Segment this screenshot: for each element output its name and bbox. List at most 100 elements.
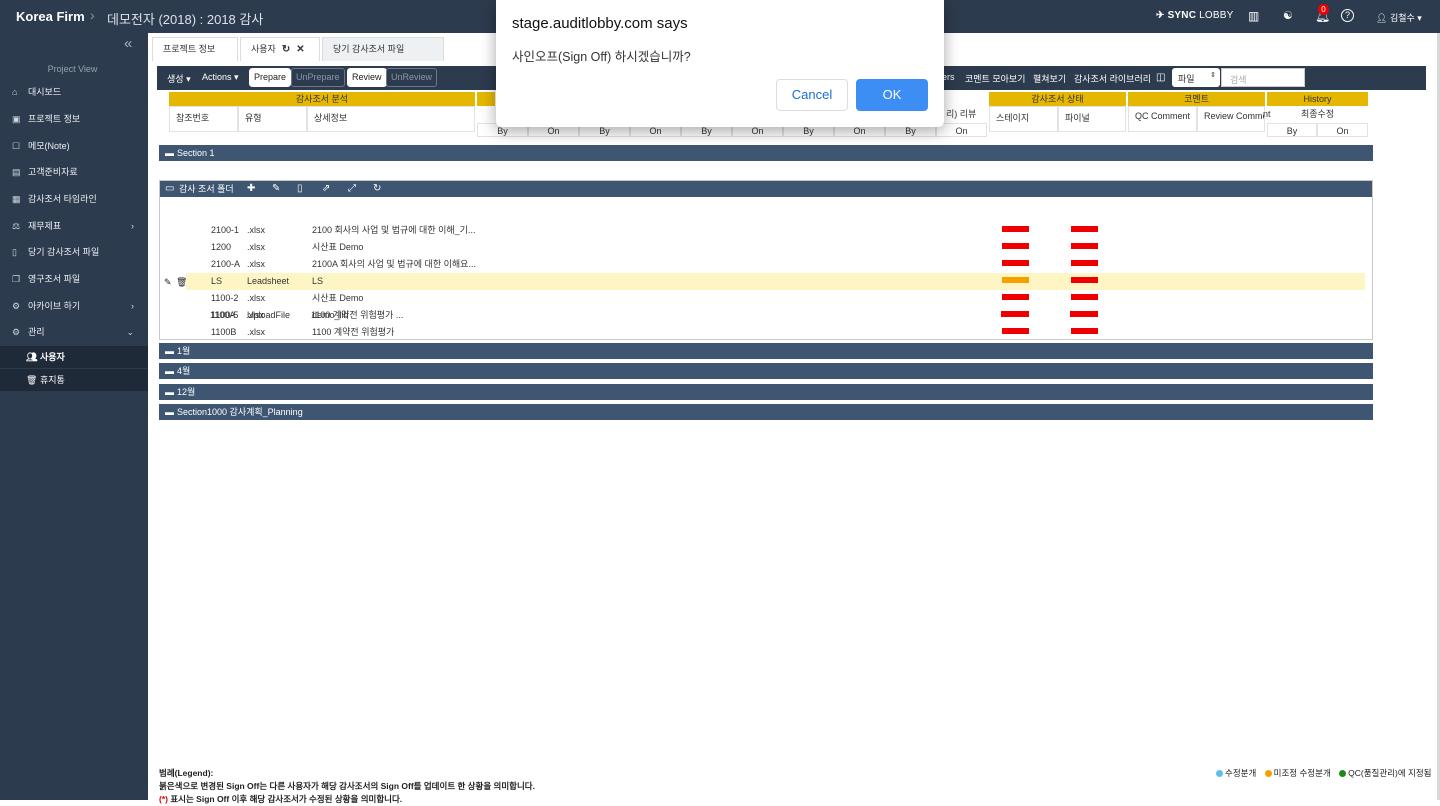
building-icon[interactable]: ▥ — [1248, 9, 1259, 23]
folder-planning[interactable]: ▬ Section1000 감사계획_Planning — [159, 404, 1373, 420]
columns-icon[interactable]: ◫ — [1156, 72, 1165, 83]
folder-section-1[interactable]: ▬ Section 1 — [159, 145, 1373, 161]
project-title[interactable]: 데모전자 (2018) : 2018 감사 — [107, 9, 263, 28]
sidebar-item-permanent-files[interactable]: ❐ 영구조서 파일 — [0, 267, 148, 291]
column-review-comment-tail: nt — [1263, 109, 1271, 119]
create-menu[interactable]: 생성 ▾ — [167, 72, 191, 85]
help-icon[interactable]: ? — [1341, 9, 1354, 22]
folder-apr[interactable]: ▬ 4월 — [159, 363, 1373, 379]
folder-icon: ▬ — [165, 387, 174, 397]
tab-users[interactable]: 사용자 ↻ ✕ — [240, 37, 320, 61]
tab-project-info[interactable]: 프로젝트 정보↻ — [152, 37, 238, 77]
column-review-comment[interactable]: Review Comme — [1197, 106, 1265, 132]
column-qc-comment[interactable]: QC Comment — [1128, 106, 1197, 132]
sidebar-item-label: 대시보드 — [28, 87, 62, 97]
row-desc: 2100A 회사의 사업 및 법규에 대한 이해요... — [312, 259, 476, 269]
sidebar-item-label: 휴지통 — [39, 375, 65, 385]
table-row[interactable]: 1200 .xlsx 시산표 Demo — [186, 239, 1365, 256]
ok-button[interactable]: OK — [856, 79, 928, 111]
edit-icon[interactable]: ✎ — [272, 181, 280, 197]
collapse-sidebar-icon[interactable]: « — [124, 35, 132, 52]
table-row[interactable]: 1100B .xlsx 1100 계약전 위험평가 — [186, 324, 1365, 341]
firm-name[interactable]: Korea Firm — [16, 9, 85, 24]
column-final[interactable]: 파이널 — [1058, 106, 1126, 132]
table-row-selected[interactable]: LS Leadsheet LS — [186, 273, 1365, 290]
sidebar-item-client-docs[interactable]: ▤ 고객준비자료 — [0, 160, 148, 184]
folder-icon: ▬ — [165, 407, 174, 417]
sidebar-item-note[interactable]: ☐ 메모(Note) — [0, 134, 148, 158]
legend-qc: QC(품질관리)에 지정됨 — [1339, 768, 1431, 778]
folder-label: 1월 — [177, 346, 191, 356]
folder-icon: ▬ — [165, 148, 174, 158]
file-type-select[interactable]: 파일 ⇕ — [1172, 68, 1220, 87]
korea-flag-icon[interactable]: ☯ — [1283, 9, 1293, 22]
refresh-icon[interactable]: ↻ — [373, 181, 381, 197]
column-group-history: History — [1267, 92, 1368, 106]
sidebar-item-label: 메모(Note) — [28, 141, 70, 151]
sidebar-item-dashboard[interactable]: ⌂ 대시보드 — [0, 80, 148, 104]
sidebar-subitem-users[interactable]: 👥︎ 사용자 — [0, 346, 148, 368]
table-row[interactable]: 2100-1 .xlsx 2100 회사의 사업 및 법규에 대한 이해_기... — [186, 222, 1365, 239]
actions-menu[interactable]: Actions ▾ — [202, 72, 239, 83]
folder-dec[interactable]: ▬ 12월 — [159, 384, 1373, 400]
sidebar-item-current-files[interactable]: ▯ 당기 감사조서 파일 — [0, 240, 148, 264]
legend-keys: 수정분개 미조정 수정분개 QC(품질관리)에 지정됨 — [1210, 767, 1431, 779]
sidebar-item-timeline[interactable]: ▦ 감사조서 타임라인 — [0, 187, 148, 211]
expand-icon[interactable]: ⤢ — [348, 181, 356, 197]
final-status-bar — [1071, 243, 1098, 249]
file-type-value: 파일 — [1178, 74, 1195, 84]
sync-lobby-button[interactable]: ✈ SYNC LOBBY — [1156, 10, 1234, 21]
green-dot-icon — [1339, 770, 1347, 777]
row-desc: 시산표 Demo — [312, 242, 364, 252]
sidebar-item-financials[interactable]: ⚖ 재무제표 › — [0, 214, 148, 238]
tab-current-files[interactable]: 당기 감사조서 파일↻✕ — [322, 37, 444, 77]
unreview-button[interactable]: UnReview — [386, 68, 438, 87]
row-desc: 2100 회사의 사업 및 법규에 대한 이해_기... — [312, 225, 476, 235]
share-icon[interactable]: ⇗ — [322, 181, 330, 197]
refresh-icon[interactable]: ↻ — [282, 44, 290, 55]
user-menu[interactable]: 👤︎ 김철수 ▾ — [1376, 11, 1422, 24]
user-icon: 👤︎ — [1376, 13, 1390, 23]
table-row[interactable]: 1100A .xlsx 1100 계약전 위험평가 ... — [185, 307, 1364, 324]
folder-label: Section1000 감사계획_Planning — [177, 407, 303, 417]
unprepare-button[interactable]: UnPrepare — [291, 68, 345, 87]
edit-row-icon[interactable]: ✎ — [164, 277, 172, 288]
sidebar-item-project-info[interactable]: ▣ 프로젝트 정보 — [0, 107, 148, 131]
column-on: On — [1317, 123, 1368, 137]
prepare-button[interactable]: Prepare — [247, 67, 293, 88]
stage-status-bar — [1002, 260, 1029, 266]
table-row[interactable]: 1100-2 .xlsx 시산표 Demo — [186, 290, 1365, 307]
column-ref[interactable]: 참조번호 — [169, 106, 238, 132]
column-detail[interactable]: 상세정보 — [307, 106, 475, 132]
row-type: .xlsx — [247, 293, 265, 303]
file-icon[interactable]: ▯ — [297, 181, 303, 197]
add-icon[interactable]: ✚ — [247, 181, 255, 197]
row-type: .xlsx — [246, 310, 264, 320]
table-row[interactable]: 2100-A .xlsx 2100A 회사의 사업 및 법규에 대한 이해요... — [186, 256, 1365, 273]
final-status-bar — [1071, 277, 1098, 283]
dialog-title: stage.auditlobby.com says — [512, 15, 688, 32]
close-icon[interactable]: ✕ — [296, 44, 304, 55]
row-ref: 2100-A — [211, 259, 241, 269]
row-type: Leadsheet — [247, 276, 290, 286]
library-button[interactable]: 감사조서 라이브러리 — [1074, 72, 1151, 85]
row-desc: 시산표 Demo — [312, 293, 364, 303]
column-type[interactable]: 유형 — [238, 106, 307, 132]
sidebar-item-archive[interactable]: ⚙ 아카이브 하기 › — [0, 294, 148, 318]
folder-header[interactable]: ▭ 감사 조서 폴더 ✚ ✎ ▯ ⇗ ⤢ ↻ — [160, 181, 1372, 197]
comments-button[interactable]: 코멘트 모아보기 — [965, 72, 1025, 85]
row-type: .xlsx — [247, 225, 265, 235]
legend-modified: 수정분개 — [1216, 768, 1256, 778]
sidebar-subitem-trash[interactable]: 🗑︎ 휴지통 — [0, 369, 148, 391]
review-button[interactable]: Review — [346, 67, 388, 88]
caret-down-icon: ▾ — [1417, 13, 1422, 23]
search-input[interactable]: 검색 — [1221, 68, 1305, 87]
sidebar-item-admin[interactable]: ⚙ 관리 ⌄ — [0, 320, 148, 344]
sidebar-item-label: 아카이브 하기 — [28, 301, 81, 311]
file-icon: ▯ — [12, 247, 17, 257]
column-stage[interactable]: 스테이지 — [989, 106, 1058, 132]
sidebar-item-label: 프로젝트 정보 — [28, 114, 81, 124]
expand-button[interactable]: 펼쳐보기 — [1033, 72, 1066, 85]
folder-jan[interactable]: ▬ 1월 — [159, 343, 1373, 359]
cancel-button[interactable]: Cancel — [776, 79, 848, 111]
